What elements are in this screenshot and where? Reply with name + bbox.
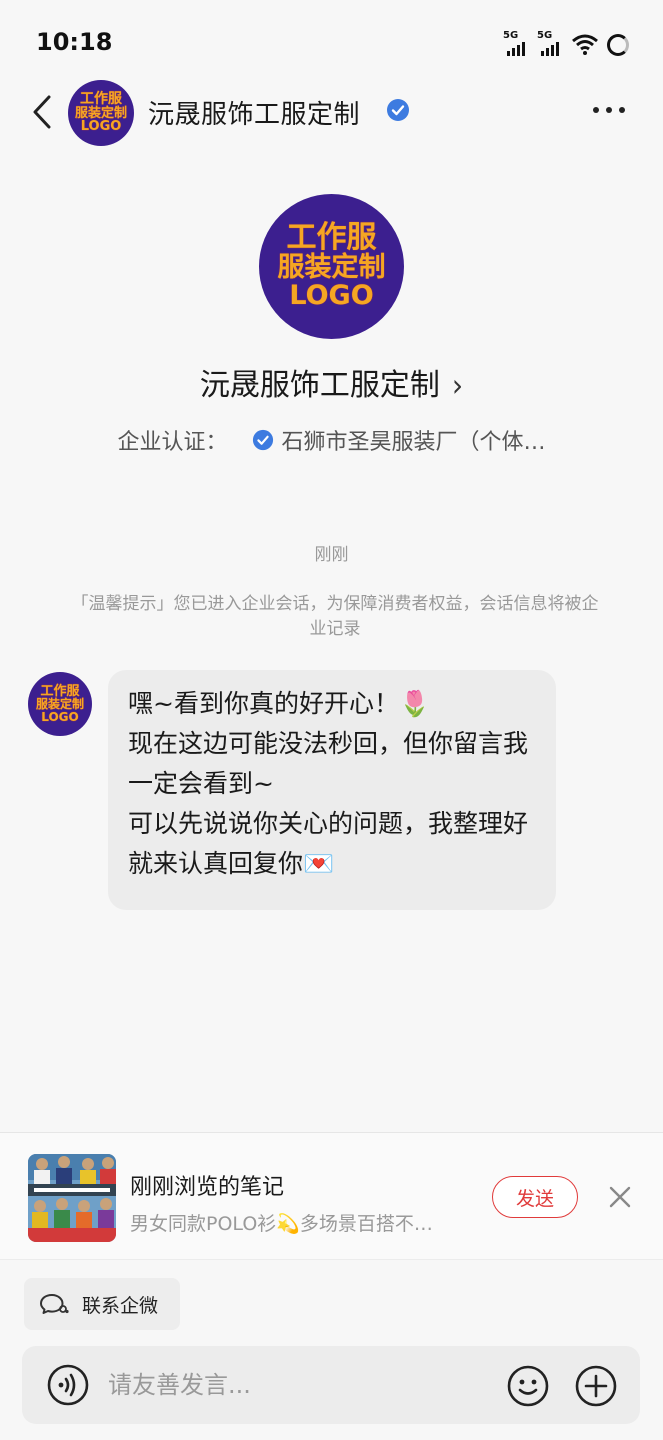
recent-note-card[interactable]: 刚刚浏览的笔记 男女同款POLO衫💫多场景百搭不… 发送 [0,1132,663,1260]
chat-bubble-icon [40,1294,69,1314]
message-bubble[interactable]: 嘿~看到你真的好开心！🌷 现在这边可能没法秒回，但你留言我一定会看到~ 可以先说… [108,670,556,910]
message-line: 现在这边可能没法秒回，但你留言我一定会看到~ [128,729,529,798]
chevron-left-icon [33,95,51,129]
message-line: 嘿~看到你真的好开心！🌷 [128,689,431,718]
avatar[interactable]: 工作服 服装定制 LOGO [68,80,134,146]
note-thumbnail-image [28,1154,116,1242]
profile-name-link[interactable]: 沅晟服饰工服定制 › [0,360,663,404]
send-note-button[interactable]: 发送 [492,1176,578,1218]
page-title[interactable]: 沅晟服饰工服定制 [148,94,360,131]
profile-name: 沅晟服饰工服定制 [199,368,440,403]
contact-wecom-button[interactable]: 联系企微 [24,1278,180,1330]
note-subtitle: 男女同款POLO衫💫多场景百搭不… [130,1213,433,1235]
message-input[interactable] [108,1365,488,1405]
message-line: 可以先说说你关心的问题，我整理好就来认真回复你💌 [128,809,529,878]
cert-value: 石狮市圣昊服装厂（个体… [281,430,546,455]
message-timestamp: 刚刚 [314,545,349,565]
sender-avatar[interactable]: 工作服 服装定制 LOGO [28,672,92,736]
chevron-right-icon: › [451,367,464,404]
chat-header: 工作服 服装定制 LOGO 沅晟服饰工服定制 [0,80,663,146]
status-icons: 5G 5G [503,28,629,56]
more-button[interactable] [593,100,633,120]
wifi-icon [572,34,598,55]
voice-input-icon[interactable] [46,1363,90,1407]
message-input-bar [22,1346,640,1424]
status-time: 10:18 [36,28,113,56]
verified-badge-icon [252,429,273,451]
more-horizontal-icon [593,107,599,113]
cert-label: 企业认证： [117,430,228,455]
signal-icon: 5G [503,30,529,56]
system-notice: 「温馨提示」您已进入企业会话，为保障消费者权益，会话信息将被企业记录 [71,594,599,639]
contact-wecom-label: 联系企微 [82,1294,159,1317]
verified-badge-icon [387,99,409,121]
profile-avatar[interactable]: 工作服 服装定制 LOGO [259,194,404,339]
plus-icon[interactable] [574,1364,618,1408]
note-thumbnail[interactable] [28,1154,116,1242]
emoji-icon[interactable] [506,1364,550,1408]
enterprise-certification: 企业认证： 石狮市圣昊服装厂（个体… [0,424,663,456]
status-bar: 10:18 5G 5G [0,0,663,86]
note-title: 刚刚浏览的笔记 [130,1175,285,1200]
close-icon[interactable] [606,1183,634,1211]
back-button[interactable] [24,90,60,134]
signal-icon: 5G [537,30,563,56]
battery-icon [607,34,629,56]
